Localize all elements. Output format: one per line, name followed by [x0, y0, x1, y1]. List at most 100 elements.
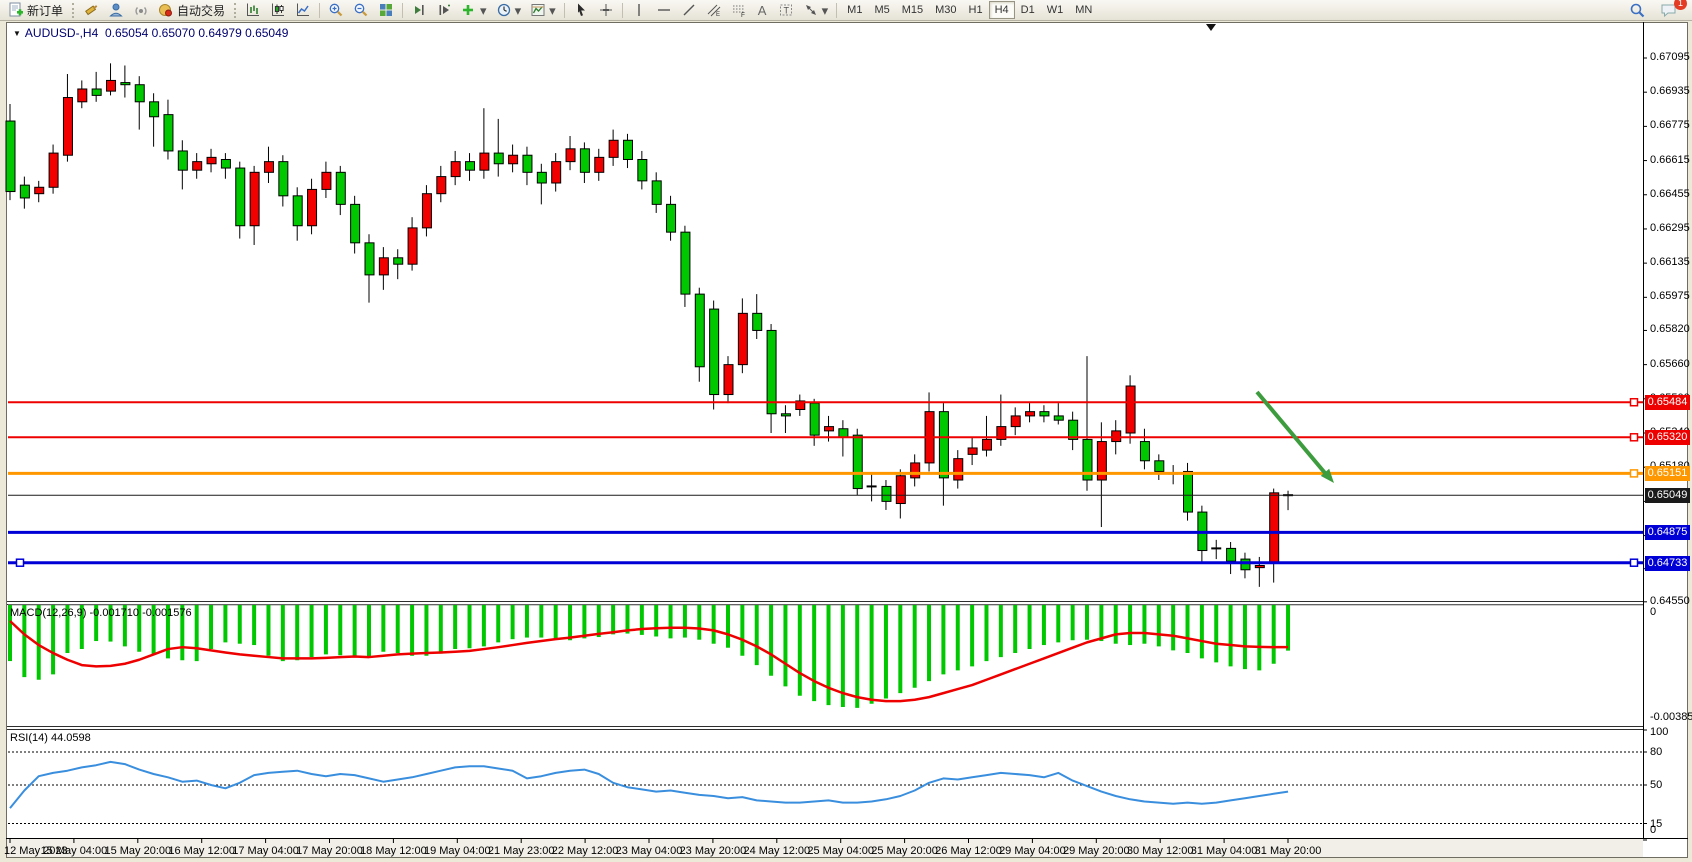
candle [1255, 565, 1264, 567]
candle [293, 196, 302, 226]
rsi-axis-label: 50 [1650, 779, 1662, 791]
candle [422, 194, 431, 228]
candle [121, 83, 130, 85]
candle [623, 140, 632, 159]
candle [523, 155, 532, 172]
candle [1112, 431, 1121, 442]
price-tag-0.65484: 0.65484 [1645, 395, 1690, 410]
date-axis-label: 23 May 04:00 [616, 845, 683, 857]
price-tag-0.65151: 0.65151 [1645, 466, 1690, 481]
candle [724, 365, 733, 395]
date-axis-label: 30 May 12:00 [1127, 845, 1194, 857]
candle [193, 162, 202, 171]
date-axis-label: 22 May 12:00 [552, 845, 619, 857]
candle [753, 313, 762, 330]
macd-signal-line [10, 621, 1288, 701]
date-axis-label: 15 May 20:00 [104, 845, 171, 857]
candle [279, 162, 288, 196]
line-handle[interactable] [17, 559, 24, 566]
candle [365, 243, 374, 275]
candle [896, 476, 905, 504]
candle [738, 313, 747, 364]
candle [882, 486, 891, 501]
candle [1184, 471, 1193, 512]
macd-name: MACD(12,26,9) [10, 607, 86, 619]
candle [494, 153, 503, 164]
date-axis-label: 21 May 23:00 [488, 845, 555, 857]
scroll-marker-icon[interactable] [1206, 24, 1216, 31]
candle [1241, 559, 1250, 570]
candle [221, 159, 230, 168]
date-axis-label: 26 May 12:00 [935, 845, 1002, 857]
rsi-axis-label: 100 [1650, 726, 1668, 738]
date-axis-label: 19 May 04:00 [424, 845, 491, 857]
candle [1270, 493, 1279, 564]
line-handle[interactable] [1631, 399, 1638, 406]
price-tag-0.64733: 0.64733 [1645, 556, 1690, 571]
candle [164, 115, 173, 151]
date-axis-label: 31 May 20:00 [1255, 845, 1322, 857]
candle [1126, 386, 1135, 433]
candle [451, 162, 460, 177]
price-tag-0.65049: 0.65049 [1645, 488, 1690, 503]
chart-canvas[interactable] [0, 0, 1692, 862]
price-axis-label: 0.65975 [1650, 290, 1690, 302]
candle [968, 448, 977, 454]
line-handle[interactable] [1631, 470, 1638, 477]
rsi-axis-label: 0 [1650, 824, 1656, 836]
candle [351, 204, 360, 242]
candle [408, 228, 417, 264]
candle [379, 258, 388, 275]
date-axis-label: 16 May 12:00 [168, 845, 235, 857]
candle [810, 403, 819, 435]
candle [509, 155, 518, 164]
price-axis-label: 0.67095 [1650, 51, 1690, 63]
rsi-label: RSI(14) 44.0598 [10, 732, 91, 744]
candle [1155, 461, 1164, 472]
price-axis-label: 0.65820 [1650, 323, 1690, 335]
price-axis-label: 0.65660 [1650, 358, 1690, 370]
date-axis-label: 29 May 04:00 [999, 845, 1066, 857]
rsi-name: RSI(14) [10, 732, 48, 744]
candle [480, 153, 489, 170]
candle [264, 162, 273, 173]
candle [1040, 412, 1049, 416]
candle [825, 427, 834, 431]
candle [781, 414, 790, 416]
price-axis-label: 0.66935 [1650, 85, 1690, 97]
candle [839, 429, 848, 438]
candle [638, 159, 647, 180]
candle [322, 172, 331, 189]
candle [35, 187, 44, 193]
candle [135, 85, 144, 102]
date-axis-label: 23 May 20:00 [680, 845, 747, 857]
candle [652, 181, 661, 205]
price-axis-label: 0.66775 [1650, 119, 1690, 131]
candle [939, 412, 948, 478]
candle [982, 439, 991, 450]
line-handle[interactable] [1631, 434, 1638, 441]
date-axis-label: 25 May 20:00 [871, 845, 938, 857]
candle [150, 102, 159, 117]
line-handle[interactable] [1631, 559, 1638, 566]
candle [6, 121, 15, 192]
price-axis-label: 0.66135 [1650, 256, 1690, 268]
candle [566, 149, 575, 162]
macd-axis-max: 0 [1650, 606, 1656, 618]
chevron-down-icon: ▼ [13, 29, 21, 38]
rsi-axis-label: 80 [1650, 746, 1662, 758]
price-axis-label: 0.66615 [1650, 154, 1690, 166]
trend-arrow[interactable] [1257, 392, 1325, 473]
price-tag-0.65320: 0.65320 [1645, 430, 1690, 445]
date-axis-label: 24 May 12:00 [743, 845, 810, 857]
candle [1140, 442, 1149, 461]
candle [1011, 416, 1020, 427]
macd-values: -0.001710 -0.001576 [89, 607, 191, 619]
ohlc-values: 0.65054 0.65070 0.64979 0.65049 [105, 26, 289, 40]
candle [63, 98, 72, 156]
date-axis-label: 17 May 04:00 [232, 845, 299, 857]
candle [695, 294, 704, 367]
candle [552, 162, 561, 183]
candle [78, 89, 87, 102]
mt4-window: 新订单 自动交易 ▾ ▾ ▾ E F A [0, 0, 1692, 862]
